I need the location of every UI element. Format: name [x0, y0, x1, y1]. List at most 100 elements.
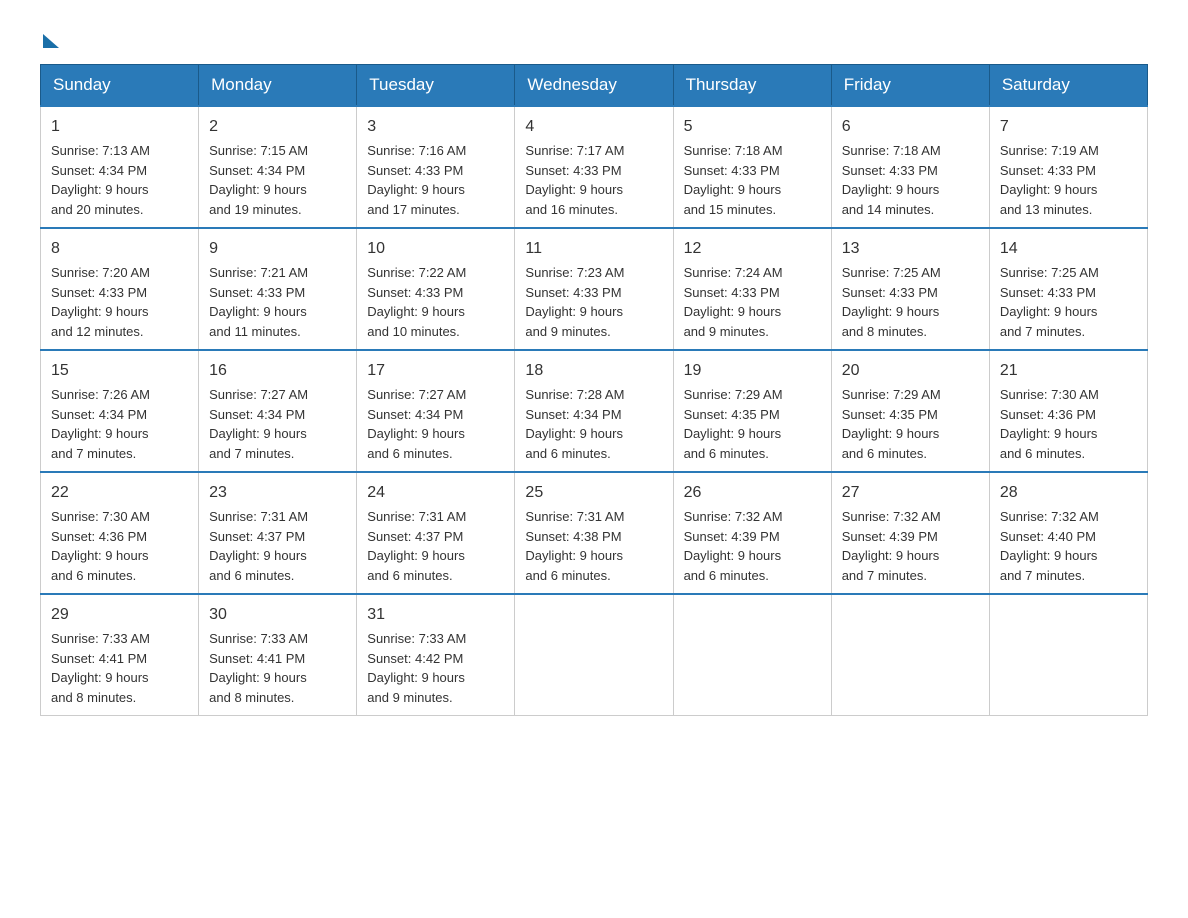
day-number: 6 — [842, 115, 979, 139]
sunset-text: Sunset: 4:34 PM — [51, 163, 147, 178]
calendar-cell: 24Sunrise: 7:31 AMSunset: 4:37 PMDayligh… — [357, 472, 515, 594]
day-header-tuesday: Tuesday — [357, 65, 515, 107]
sunrise-text: Sunrise: 7:19 AM — [1000, 143, 1099, 158]
daylight-text: Daylight: 9 hours — [684, 304, 782, 319]
daylight-minutes: and 6 minutes. — [525, 446, 610, 461]
day-number: 9 — [209, 237, 346, 261]
day-header-thursday: Thursday — [673, 65, 831, 107]
sunset-text: Sunset: 4:37 PM — [209, 529, 305, 544]
day-number: 29 — [51, 603, 188, 627]
sunrise-text: Sunrise: 7:30 AM — [1000, 387, 1099, 402]
sunrise-text: Sunrise: 7:27 AM — [209, 387, 308, 402]
day-number: 18 — [525, 359, 662, 383]
day-number: 10 — [367, 237, 504, 261]
sunset-text: Sunset: 4:39 PM — [684, 529, 780, 544]
day-number: 24 — [367, 481, 504, 505]
calendar-week-5: 29Sunrise: 7:33 AMSunset: 4:41 PMDayligh… — [41, 594, 1148, 716]
sunset-text: Sunset: 4:33 PM — [525, 163, 621, 178]
daylight-text: Daylight: 9 hours — [684, 548, 782, 563]
daylight-text: Daylight: 9 hours — [367, 426, 465, 441]
day-number: 28 — [1000, 481, 1137, 505]
day-number: 13 — [842, 237, 979, 261]
calendar-cell: 29Sunrise: 7:33 AMSunset: 4:41 PMDayligh… — [41, 594, 199, 716]
daylight-text: Daylight: 9 hours — [209, 426, 307, 441]
day-number: 19 — [684, 359, 821, 383]
sunrise-text: Sunrise: 7:32 AM — [684, 509, 783, 524]
daylight-text: Daylight: 9 hours — [1000, 182, 1098, 197]
sunrise-text: Sunrise: 7:32 AM — [1000, 509, 1099, 524]
daylight-minutes: and 7 minutes. — [1000, 568, 1085, 583]
day-header-monday: Monday — [199, 65, 357, 107]
sunrise-text: Sunrise: 7:28 AM — [525, 387, 624, 402]
calendar-cell: 31Sunrise: 7:33 AMSunset: 4:42 PMDayligh… — [357, 594, 515, 716]
sunset-text: Sunset: 4:33 PM — [684, 285, 780, 300]
calendar-cell: 5Sunrise: 7:18 AMSunset: 4:33 PMDaylight… — [673, 106, 831, 228]
daylight-minutes: and 8 minutes. — [51, 690, 136, 705]
day-number: 25 — [525, 481, 662, 505]
calendar-cell: 10Sunrise: 7:22 AMSunset: 4:33 PMDayligh… — [357, 228, 515, 350]
calendar-cell: 4Sunrise: 7:17 AMSunset: 4:33 PMDaylight… — [515, 106, 673, 228]
daylight-minutes: and 6 minutes. — [51, 568, 136, 583]
daylight-minutes: and 6 minutes. — [525, 568, 610, 583]
day-number: 2 — [209, 115, 346, 139]
day-header-wednesday: Wednesday — [515, 65, 673, 107]
sunset-text: Sunset: 4:42 PM — [367, 651, 463, 666]
day-number: 30 — [209, 603, 346, 627]
day-number: 22 — [51, 481, 188, 505]
daylight-minutes: and 6 minutes. — [1000, 446, 1085, 461]
daylight-text: Daylight: 9 hours — [1000, 426, 1098, 441]
calendar-cell: 22Sunrise: 7:30 AMSunset: 4:36 PMDayligh… — [41, 472, 199, 594]
calendar-cell: 1Sunrise: 7:13 AMSunset: 4:34 PMDaylight… — [41, 106, 199, 228]
calendar-cell: 14Sunrise: 7:25 AMSunset: 4:33 PMDayligh… — [989, 228, 1147, 350]
daylight-minutes: and 7 minutes. — [51, 446, 136, 461]
sunset-text: Sunset: 4:36 PM — [1000, 407, 1096, 422]
sunset-text: Sunset: 4:33 PM — [842, 163, 938, 178]
daylight-text: Daylight: 9 hours — [51, 670, 149, 685]
calendar-cell: 21Sunrise: 7:30 AMSunset: 4:36 PMDayligh… — [989, 350, 1147, 472]
day-header-sunday: Sunday — [41, 65, 199, 107]
calendar-table: SundayMondayTuesdayWednesdayThursdayFrid… — [40, 64, 1148, 716]
sunrise-text: Sunrise: 7:24 AM — [684, 265, 783, 280]
daylight-minutes: and 7 minutes. — [209, 446, 294, 461]
sunrise-text: Sunrise: 7:31 AM — [209, 509, 308, 524]
daylight-minutes: and 6 minutes. — [842, 446, 927, 461]
daylight-minutes: and 11 minutes. — [209, 324, 301, 339]
day-number: 1 — [51, 115, 188, 139]
sunrise-text: Sunrise: 7:22 AM — [367, 265, 466, 280]
daylight-minutes: and 6 minutes. — [367, 568, 452, 583]
day-header-saturday: Saturday — [989, 65, 1147, 107]
calendar-cell: 13Sunrise: 7:25 AMSunset: 4:33 PMDayligh… — [831, 228, 989, 350]
sunrise-text: Sunrise: 7:25 AM — [1000, 265, 1099, 280]
sunrise-text: Sunrise: 7:25 AM — [842, 265, 941, 280]
sunset-text: Sunset: 4:33 PM — [1000, 163, 1096, 178]
daylight-text: Daylight: 9 hours — [51, 304, 149, 319]
calendar-week-4: 22Sunrise: 7:30 AMSunset: 4:36 PMDayligh… — [41, 472, 1148, 594]
daylight-text: Daylight: 9 hours — [525, 182, 623, 197]
sunset-text: Sunset: 4:39 PM — [842, 529, 938, 544]
sunset-text: Sunset: 4:41 PM — [51, 651, 147, 666]
sunset-text: Sunset: 4:41 PM — [209, 651, 305, 666]
daylight-text: Daylight: 9 hours — [51, 182, 149, 197]
sunset-text: Sunset: 4:34 PM — [51, 407, 147, 422]
day-number: 11 — [525, 237, 662, 261]
daylight-minutes: and 6 minutes. — [367, 446, 452, 461]
calendar-cell: 11Sunrise: 7:23 AMSunset: 4:33 PMDayligh… — [515, 228, 673, 350]
daylight-minutes: and 9 minutes. — [367, 690, 452, 705]
daylight-minutes: and 9 minutes. — [684, 324, 769, 339]
sunset-text: Sunset: 4:33 PM — [367, 285, 463, 300]
calendar-cell: 20Sunrise: 7:29 AMSunset: 4:35 PMDayligh… — [831, 350, 989, 472]
sunrise-text: Sunrise: 7:18 AM — [842, 143, 941, 158]
sunset-text: Sunset: 4:36 PM — [51, 529, 147, 544]
calendar-week-1: 1Sunrise: 7:13 AMSunset: 4:34 PMDaylight… — [41, 106, 1148, 228]
calendar-cell — [831, 594, 989, 716]
calendar-cell: 19Sunrise: 7:29 AMSunset: 4:35 PMDayligh… — [673, 350, 831, 472]
calendar-cell — [515, 594, 673, 716]
calendar-cell: 25Sunrise: 7:31 AMSunset: 4:38 PMDayligh… — [515, 472, 673, 594]
day-number: 23 — [209, 481, 346, 505]
calendar-week-3: 15Sunrise: 7:26 AMSunset: 4:34 PMDayligh… — [41, 350, 1148, 472]
day-number: 3 — [367, 115, 504, 139]
sunset-text: Sunset: 4:33 PM — [209, 285, 305, 300]
day-number: 16 — [209, 359, 346, 383]
daylight-text: Daylight: 9 hours — [684, 182, 782, 197]
calendar-cell: 23Sunrise: 7:31 AMSunset: 4:37 PMDayligh… — [199, 472, 357, 594]
